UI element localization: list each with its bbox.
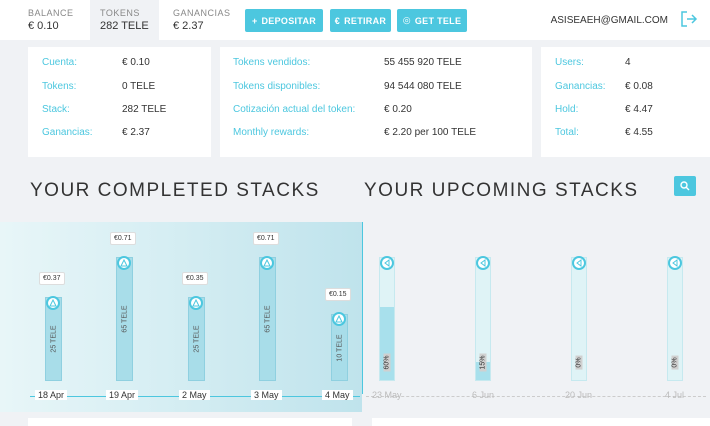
reward-tooltip: €0.71 <box>253 232 279 245</box>
depositar-button[interactable]: + DEPOSITAR <box>245 9 323 32</box>
tokens-card: Tokens vendidos: 55 455 920 TELE Tokens … <box>220 47 532 157</box>
get-tele-label: GET TELE <box>414 15 462 26</box>
token-icon: ◎ <box>402 15 411 25</box>
reward-tooltip: €0.35 <box>182 272 208 285</box>
depositar-label: DEPOSITAR <box>261 15 317 26</box>
search-icon <box>680 181 690 191</box>
completed-bar[interactable]: 65 TELE <box>116 257 133 381</box>
completed-stacks-title: YOUR COMPLETED STACKS <box>30 180 320 201</box>
stack-pin-icon <box>117 256 131 270</box>
clock-icon <box>476 256 490 270</box>
tokens-value: 282 TELE <box>100 20 149 32</box>
date-label: 2 May <box>179 390 210 400</box>
plus-icon: + <box>251 15 258 26</box>
upcoming-bar[interactable]: 15% <box>475 257 491 381</box>
balance-value: € 0.10 <box>28 20 59 32</box>
bottom-card-left <box>28 418 352 426</box>
date-label: 23 May <box>372 390 402 400</box>
ganancias-stat: GANANCIAS € 2.37 <box>173 8 231 32</box>
tokens-stat: TOKENS 282 TELE <box>90 0 159 40</box>
stack-pin-icon <box>332 312 346 326</box>
account-card: Cuenta: € 0.10 Tokens: 0 TELE Stack: 282… <box>28 47 211 157</box>
date-label: 19 Apr <box>106 390 139 400</box>
clock-icon <box>380 256 394 270</box>
upcoming-axis <box>366 396 706 397</box>
balance-stat: BALANCE € 0.10 <box>28 8 74 32</box>
top-bar: BALANCE € 0.10 TOKENS 282 TELE GANANCIAS… <box>0 0 710 40</box>
get-tele-button[interactable]: ◎ GET TELE <box>397 9 467 32</box>
today-divider <box>362 222 363 394</box>
clock-icon <box>668 256 682 270</box>
tokens-label: TOKENS <box>100 8 140 18</box>
date-label: 18 Apr <box>35 390 68 400</box>
date-label: 20 Jun <box>565 390 593 400</box>
stack-pin-icon <box>189 296 203 310</box>
ganancias-label: GANANCIAS <box>173 8 231 18</box>
upcoming-bar[interactable]: 0% <box>571 257 587 381</box>
reward-tooltip: €0.71 <box>110 232 136 245</box>
date-label: 3 May <box>251 390 282 400</box>
date-label: 6 Jun <box>472 390 495 400</box>
upcoming-bar[interactable]: 60% <box>379 257 395 381</box>
ganancias-value: € 2.37 <box>173 20 204 32</box>
completed-bar[interactable]: 65 TELE <box>259 257 276 381</box>
upcoming-bar[interactable]: 0% <box>667 257 683 381</box>
upcoming-stacks-title: YOUR UPCOMING STACKS <box>364 180 639 201</box>
date-label: 4 Jul <box>665 390 685 400</box>
reward-tooltip: €0.37 <box>39 272 65 285</box>
users-card: Users: 4 Ganancias: € 0.08 Hold: € 4.47 … <box>541 47 710 157</box>
stacks-chart: 25 TELE €0.37 65 TELE €0.71 25 TELE €0.3… <box>0 222 710 412</box>
retirar-button[interactable]: € RETIRAR <box>330 9 391 32</box>
balance-label: BALANCE <box>28 8 74 18</box>
logout-icon[interactable] <box>680 10 698 28</box>
bottom-card-right <box>372 418 710 426</box>
stack-pin-icon <box>46 296 60 310</box>
retirar-label: RETIRAR <box>344 15 387 26</box>
date-label: 4 May <box>322 390 353 400</box>
euro-icon: € <box>334 15 341 26</box>
clock-icon <box>572 256 586 270</box>
search-button[interactable] <box>674 176 696 196</box>
user-email: ASISEAEH@GMAIL.COM <box>550 15 668 26</box>
reward-tooltip: €0.15 <box>325 288 351 301</box>
stack-pin-icon <box>260 256 274 270</box>
